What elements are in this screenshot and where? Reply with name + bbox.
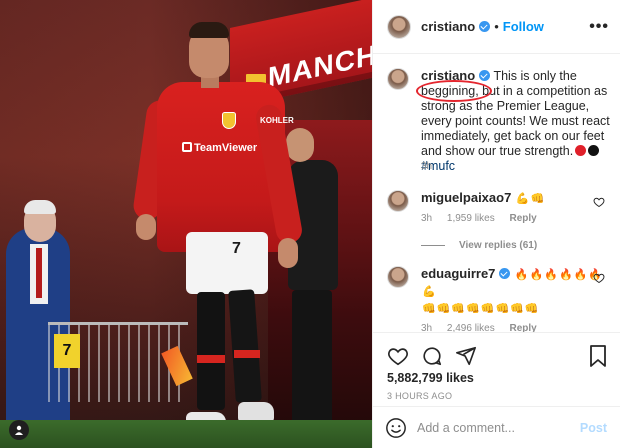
comment-input[interactable]: [417, 420, 577, 435]
verified-badge-icon: [479, 70, 491, 81]
bookmark-icon[interactable]: [589, 345, 607, 367]
avatar[interactable]: [387, 68, 409, 90]
avatar[interactable]: [387, 190, 409, 212]
fist-emoji-icon: 👊: [524, 303, 539, 315]
kit-brand-text: KOHLER: [260, 116, 294, 125]
post-photo[interactable]: MANCH 7 KOHLER TeamViewer 7: [0, 0, 372, 448]
add-comment-bar: Post: [373, 406, 620, 448]
verified-badge-icon: [479, 21, 491, 32]
red-circle-emoji-icon: [575, 145, 587, 156]
comment-time: 3h: [421, 213, 433, 224]
like-heart-icon[interactable]: [387, 345, 409, 367]
red-circle-annotation: [416, 80, 492, 102]
caption-text-before: This is only the: [493, 69, 577, 83]
reply-button[interactable]: Reply: [510, 213, 537, 224]
flexed-biceps-emoji-icon: 💪: [515, 193, 530, 205]
header-separator: •: [494, 19, 499, 34]
post-button[interactable]: Post: [580, 421, 607, 435]
shirt-sponsor: TeamViewer: [182, 142, 257, 154]
fire-emoji-icon: 🔥: [544, 269, 559, 281]
yellow-sign: 7: [54, 334, 80, 368]
comment-item: miguelpaixao7 💪👊 3h 1,959 likes Reply: [387, 190, 613, 224]
post-header: cristiano • Follow •••: [373, 0, 620, 54]
pitch: [0, 420, 372, 448]
fist-emoji-icon: 👊: [510, 303, 524, 315]
fist-emoji-icon: 👊: [530, 193, 545, 205]
fist-emoji-icon: 👊: [495, 303, 510, 315]
fist-emoji-icon: 👊: [480, 303, 495, 315]
black-circle-emoji-icon: [588, 145, 600, 156]
caption-time[interactable]: 3h: [421, 161, 432, 172]
post-timestamp[interactable]: 3 HOURS AGO: [387, 391, 452, 401]
fist-emoji-icon: 👊: [436, 303, 451, 315]
comment-likes[interactable]: 1,959 likes: [447, 213, 495, 224]
fist-emoji-icon: 👊: [466, 303, 480, 315]
avatar[interactable]: [387, 266, 409, 288]
heart-icon[interactable]: [593, 272, 605, 284]
emoji-smiley-icon[interactable]: [385, 417, 407, 439]
comment-username[interactable]: miguelpaixao7: [421, 190, 511, 205]
player-shorts: [186, 232, 268, 294]
follow-button[interactable]: Follow: [503, 19, 544, 34]
view-replies-button[interactable]: View replies (61): [421, 240, 537, 251]
fist-emoji-icon: 👊: [422, 303, 436, 315]
tagged-user-icon[interactable]: [9, 420, 29, 440]
shorts-number: 7: [232, 240, 241, 257]
fire-emoji-icon: 🔥: [559, 269, 573, 281]
caption-highlighted-word: beggining,: [416, 80, 492, 102]
fire-emoji-icon: 🔥: [573, 269, 588, 281]
comment-bubble-icon[interactable]: [421, 345, 443, 367]
header-username[interactable]: cristiano: [421, 19, 475, 34]
comment-username[interactable]: eduaguirre7: [421, 266, 495, 281]
comment-item: eduaguirre7 🔥🔥🔥🔥🔥🔥💪 👊👊👊👊👊👊👊👊 3h 2,496 li…: [387, 266, 613, 334]
post-side-panel: cristiano • Follow ••• cristiano This is…: [372, 0, 620, 448]
more-options-icon[interactable]: •••: [589, 18, 609, 36]
share-paper-plane-icon[interactable]: [455, 345, 477, 367]
avatar[interactable]: [387, 14, 411, 39]
post-caption: cristiano This is only the beggining, bu…: [387, 68, 613, 174]
likes-count[interactable]: 5,882,799 likes: [387, 371, 474, 385]
fire-emoji-icon: 🔥: [529, 269, 544, 281]
fist-emoji-icon: 👊: [451, 303, 466, 315]
fire-emoji-icon: 🔥: [514, 269, 529, 281]
shirt-crest: [222, 112, 236, 129]
heart-icon[interactable]: [593, 196, 605, 208]
verified-badge-icon: [499, 268, 511, 279]
flexed-biceps-emoji-icon: 💪: [422, 286, 436, 298]
